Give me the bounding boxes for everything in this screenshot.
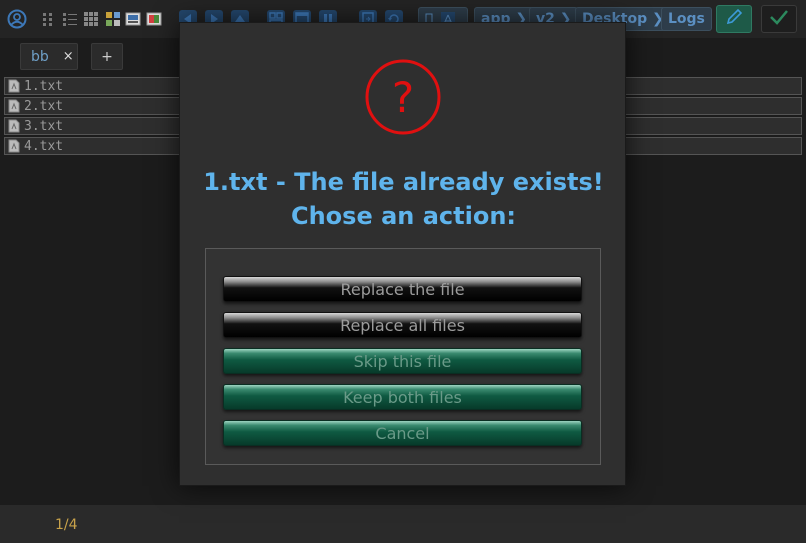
view-list-icon[interactable]	[60, 9, 80, 29]
edit-button[interactable]	[716, 5, 752, 33]
file-manager-window: app ❯ v2 ❯ Desktop ❯ Logs bb × + 1.txt 2…	[0, 0, 806, 543]
replace-file-button[interactable]: Replace the file	[223, 276, 582, 302]
skip-file-button[interactable]: Skip this file	[223, 348, 582, 374]
cancel-button[interactable]: Cancel	[223, 420, 582, 446]
text-file-icon	[8, 79, 20, 93]
image-color-icon[interactable]	[144, 9, 164, 29]
question-icon: ?	[364, 58, 442, 140]
tab-close-icon[interactable]: ×	[63, 49, 74, 64]
file-name: 3.txt	[24, 118, 64, 134]
plus-icon: +	[101, 48, 113, 65]
text-file-icon	[8, 139, 20, 153]
tab-label: bb	[31, 48, 49, 65]
replace-all-button[interactable]: Replace all files	[223, 312, 582, 338]
view-columns-icon[interactable]	[40, 9, 60, 29]
file-name: 2.txt	[24, 98, 64, 114]
file-name: 4.txt	[24, 138, 64, 154]
svg-text:?: ?	[392, 73, 414, 122]
text-file-icon	[8, 119, 20, 133]
keep-both-button[interactable]: Keep both files	[223, 384, 582, 410]
view-grid-icon[interactable]	[81, 9, 101, 29]
dialog-subtitle: Chose an action:	[290, 202, 517, 230]
file-exists-dialog: ? 1.txt - The file already exists! Chose…	[179, 22, 626, 486]
image-icon[interactable]	[123, 9, 143, 29]
checkmark-icon	[768, 7, 790, 31]
view-thumbnails-icon[interactable]	[103, 9, 123, 29]
dialog-title: 1.txt - The file already exists!	[203, 168, 604, 196]
tab-bb[interactable]: bb ×	[20, 43, 78, 70]
profile-icon[interactable]	[7, 9, 27, 29]
file-name: 1.txt	[24, 78, 64, 94]
actions-panel: Replace the file Replace all files Skip …	[205, 248, 601, 465]
page-indicator: 1/4	[55, 517, 78, 533]
breadcrumb-logs[interactable]: Logs	[661, 7, 712, 31]
ok-button[interactable]	[761, 5, 797, 33]
new-tab-button[interactable]: +	[91, 43, 123, 70]
status-bar: 1/4	[0, 505, 806, 543]
pencil-icon	[724, 7, 744, 31]
text-file-icon	[8, 99, 20, 113]
